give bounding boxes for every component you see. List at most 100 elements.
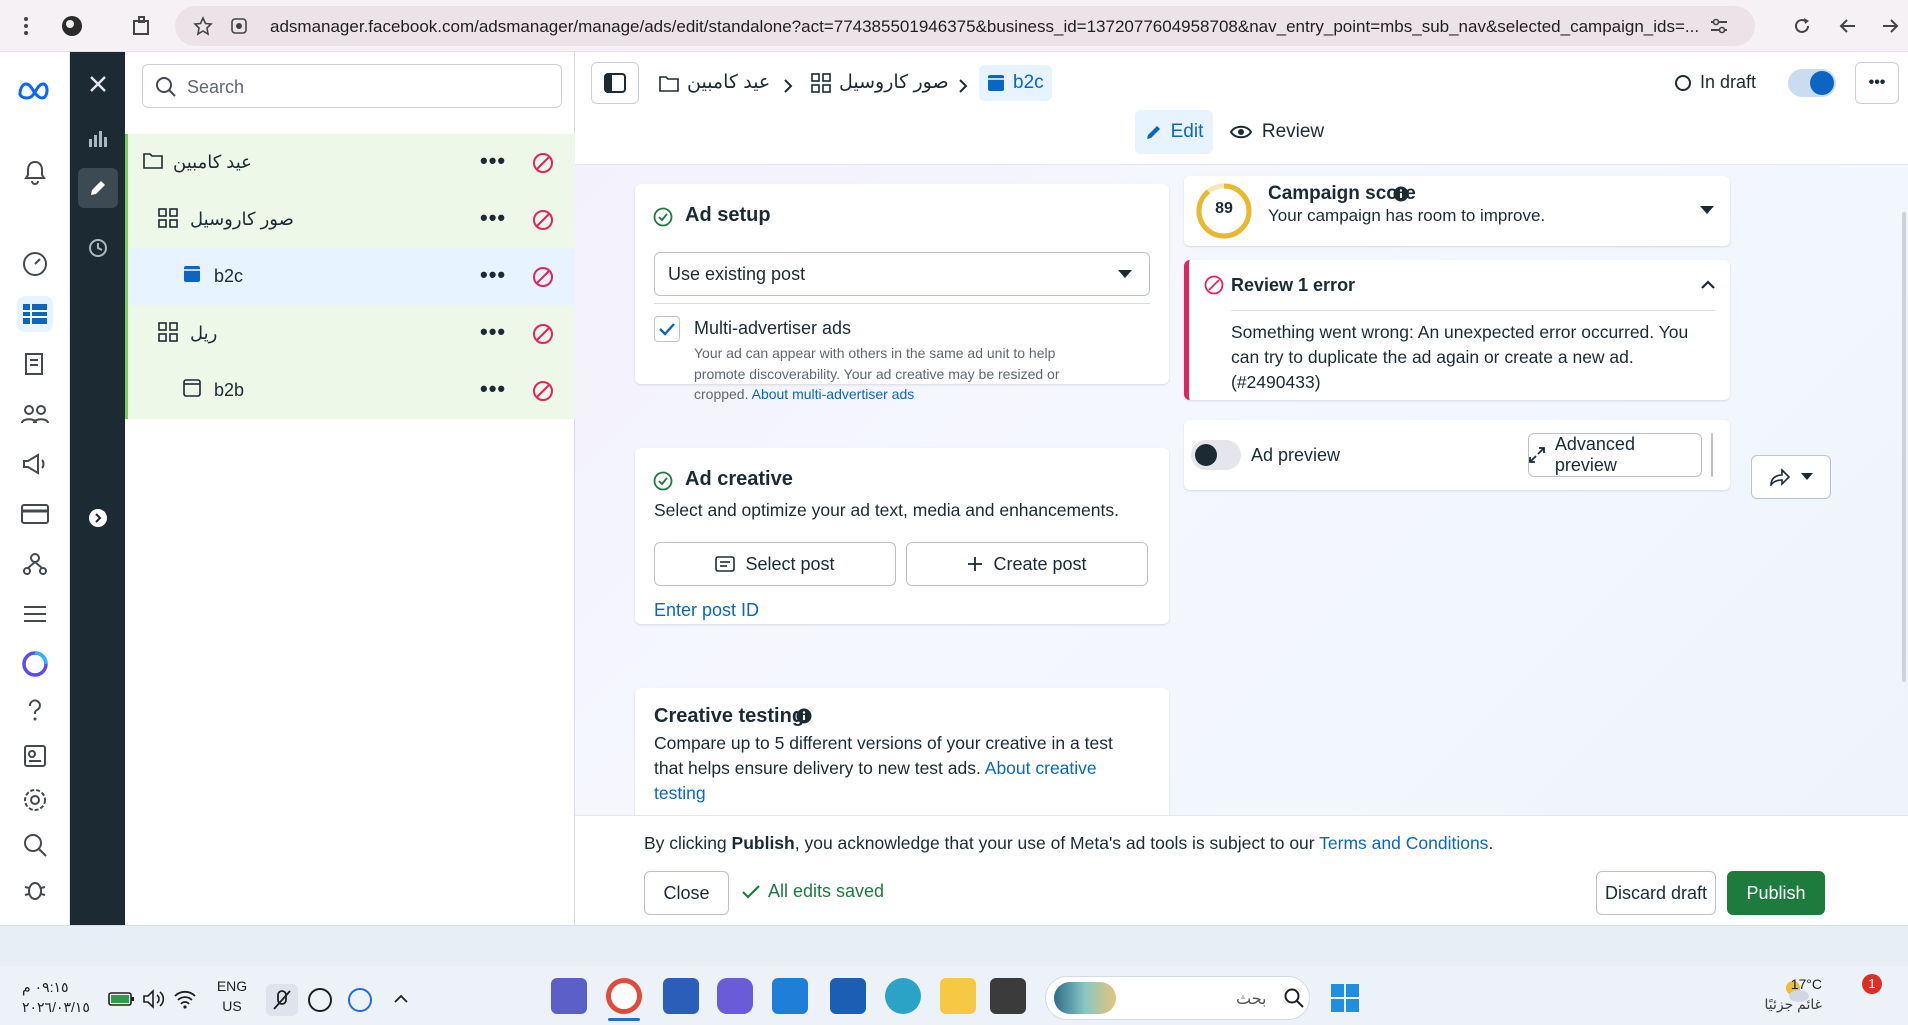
taskbar-search-text: بحث bbox=[1236, 991, 1267, 1008]
info-icon[interactable] bbox=[796, 708, 812, 724]
settings-gear-icon[interactable] bbox=[17, 782, 53, 818]
help-question-icon[interactable] bbox=[17, 693, 53, 729]
create-post-button[interactable]: Create post bbox=[906, 542, 1148, 586]
breadcrumb-campaign[interactable]: عيد كامبين bbox=[659, 71, 770, 94]
scrollbar[interactable] bbox=[1902, 212, 1906, 682]
reload-icon[interactable] bbox=[1788, 12, 1816, 40]
pages-icon[interactable] bbox=[17, 346, 53, 382]
language-bottom[interactable]: US bbox=[214, 998, 250, 1014]
tree-row-campaign[interactable]: عيد كامبين ••• bbox=[125, 134, 575, 191]
more-options-icon[interactable]: ••• bbox=[480, 262, 506, 288]
off-status-icon[interactable] bbox=[532, 323, 554, 345]
browser-menu-icon[interactable] bbox=[12, 12, 40, 40]
breadcrumb-ad-current[interactable]: b2c bbox=[979, 65, 1052, 101]
error-circle-icon bbox=[1204, 275, 1224, 295]
share-dropdown-button[interactable] bbox=[1751, 455, 1831, 499]
audiences-people-icon[interactable] bbox=[17, 396, 53, 432]
billing-card-icon[interactable] bbox=[17, 496, 53, 532]
forward-arrow-icon[interactable] bbox=[1876, 12, 1904, 40]
publish-button[interactable]: Publish bbox=[1727, 871, 1825, 915]
about-multi-advertiser-link[interactable]: About multi-advertiser ads bbox=[752, 386, 915, 402]
battery-icon[interactable] bbox=[108, 990, 136, 1008]
tree-row-ad-selected[interactable]: b2c ••• bbox=[125, 248, 575, 305]
editor-footer: By clicking Publish, you acknowledge tha… bbox=[575, 815, 1908, 925]
copilot-icon[interactable] bbox=[717, 978, 753, 1014]
word-icon[interactable] bbox=[663, 978, 699, 1014]
close-button[interactable]: Close bbox=[644, 871, 729, 915]
windows-start-icon[interactable] bbox=[1330, 983, 1360, 1013]
extensions-icon[interactable] bbox=[128, 12, 156, 40]
app-icon-terminal[interactable] bbox=[990, 978, 1026, 1014]
expand-chevron-icon[interactable] bbox=[78, 498, 118, 538]
tree-row-adset[interactable]: صور كاروسيل ••• bbox=[125, 191, 575, 248]
profile-avatar-icon[interactable] bbox=[58, 12, 86, 40]
clock-date[interactable]: ٢٠٢٦/٠٣/١٥ bbox=[22, 999, 102, 1016]
wifi-icon[interactable] bbox=[173, 988, 197, 1010]
campaign-score-card[interactable]: 89 Campaign score Your campaign has room… bbox=[1184, 176, 1730, 246]
mic-muted-icon[interactable] bbox=[266, 984, 298, 1016]
advanced-preview-button[interactable]: Advanced preview bbox=[1528, 433, 1702, 477]
edit-pencil-icon[interactable] bbox=[78, 168, 118, 208]
more-options-icon[interactable]: ••• bbox=[480, 319, 506, 345]
tree-row-adset[interactable]: ريل ••• bbox=[125, 305, 575, 362]
terms-link[interactable]: Terms and Conditions bbox=[1319, 833, 1488, 853]
post-source-dropdown[interactable]: Use existing post bbox=[654, 252, 1150, 296]
store-icon[interactable] bbox=[830, 978, 866, 1014]
edge-browser-icon[interactable] bbox=[885, 978, 921, 1014]
sync-icon[interactable] bbox=[308, 988, 332, 1012]
ad-preview-toggle[interactable] bbox=[1191, 440, 1241, 470]
bookmark-star-icon[interactable] bbox=[189, 12, 217, 40]
multi-advertiser-checkbox[interactable] bbox=[654, 316, 680, 342]
enter-post-id-link[interactable]: Enter post ID bbox=[654, 600, 759, 621]
edit-tab[interactable]: Edit bbox=[1135, 110, 1213, 154]
chrome-icon[interactable] bbox=[606, 978, 642, 1014]
folder-icon bbox=[143, 153, 163, 169]
more-options-icon[interactable]: ••• bbox=[480, 376, 506, 402]
reports-icon[interactable] bbox=[17, 738, 53, 774]
dashboard-gauge-icon[interactable] bbox=[17, 246, 53, 282]
notifications-bell-icon[interactable] bbox=[17, 154, 53, 190]
off-status-icon[interactable] bbox=[532, 209, 554, 231]
ad-on-off-toggle[interactable] bbox=[1788, 69, 1836, 97]
close-icon[interactable] bbox=[78, 64, 118, 104]
history-clock-icon[interactable] bbox=[78, 228, 118, 268]
site-info-icon[interactable] bbox=[225, 12, 253, 40]
bar-chart-icon[interactable] bbox=[78, 118, 118, 158]
site-settings-icon[interactable] bbox=[1705, 12, 1733, 40]
more-options-icon[interactable]: ••• bbox=[480, 205, 506, 231]
volume-icon[interactable] bbox=[142, 988, 166, 1010]
discard-draft-button[interactable]: Discard draft bbox=[1596, 871, 1716, 915]
review-tab[interactable]: Review bbox=[1227, 110, 1327, 154]
report-bug-icon[interactable] bbox=[17, 872, 53, 908]
off-status-icon[interactable] bbox=[532, 266, 554, 288]
meta-logo-icon[interactable] bbox=[17, 72, 53, 108]
select-post-button[interactable]: Select post bbox=[654, 542, 896, 586]
campaigns-megaphone-icon[interactable] bbox=[17, 446, 53, 482]
ads-manager-table-icon[interactable] bbox=[17, 296, 53, 332]
toggle-panel-button[interactable] bbox=[591, 62, 639, 104]
more-options-icon[interactable]: ••• bbox=[480, 148, 506, 174]
all-tools-menu-icon[interactable] bbox=[17, 596, 53, 632]
business-tools-icon[interactable] bbox=[17, 546, 53, 582]
onedrive-sync-icon[interactable] bbox=[348, 988, 372, 1012]
tree-search-input[interactable]: Search bbox=[142, 64, 562, 108]
breadcrumb-adset[interactable]: صور كاروسيل bbox=[811, 71, 949, 94]
meta-ai-ring-icon[interactable] bbox=[17, 646, 53, 682]
tree-row-ad[interactable]: b2b ••• bbox=[125, 362, 575, 419]
more-actions-button[interactable]: ••• bbox=[1855, 62, 1899, 104]
taskbar-search-box[interactable]: بحث bbox=[1045, 976, 1310, 1020]
outlook-icon[interactable] bbox=[772, 978, 808, 1014]
teams-icon[interactable] bbox=[551, 978, 587, 1014]
language-top[interactable]: ENG bbox=[214, 978, 250, 994]
off-status-icon[interactable] bbox=[532, 152, 554, 174]
search-magnifier-icon[interactable] bbox=[17, 827, 53, 863]
off-status-icon[interactable] bbox=[532, 380, 554, 402]
caret-down-icon[interactable] bbox=[1700, 206, 1714, 215]
back-arrow-icon[interactable] bbox=[1834, 12, 1862, 40]
chevron-up-icon[interactable] bbox=[1701, 280, 1715, 289]
tray-chevron-up-icon[interactable] bbox=[393, 991, 409, 1007]
address-bar[interactable]: adsmanager.facebook.com/adsmanager/manag… bbox=[175, 6, 1755, 46]
file-explorer-icon[interactable] bbox=[940, 978, 976, 1014]
clock-time[interactable]: ٠٩:١٥ م bbox=[22, 979, 82, 996]
info-icon[interactable] bbox=[1393, 186, 1409, 202]
